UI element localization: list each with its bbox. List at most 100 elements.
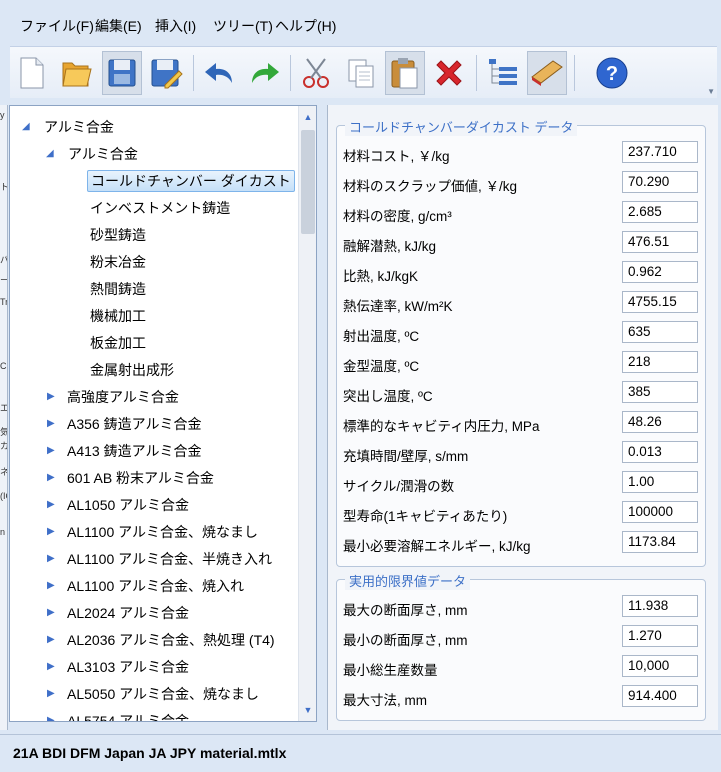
field-input[interactable]: 1173.84 bbox=[622, 531, 698, 553]
collapsed-arrow-icon[interactable]: ▶ bbox=[47, 413, 57, 435]
scroll-down-icon[interactable]: ▼ bbox=[299, 701, 316, 719]
menu-help[interactable]: ヘルプ(H) bbox=[275, 16, 336, 36]
edge-char: ト bbox=[0, 180, 7, 193]
edge-char: y bbox=[0, 110, 5, 120]
field-label: 標準的なキャビティ内圧力, MPa bbox=[343, 419, 540, 434]
copy-button[interactable] bbox=[341, 51, 381, 95]
cut-button[interactable] bbox=[297, 51, 337, 95]
tree-item-label: 砂型鋳造 bbox=[90, 227, 146, 243]
tree-item-label: 粉末冶金 bbox=[90, 254, 146, 270]
undo-button[interactable] bbox=[200, 51, 240, 95]
collapsed-arrow-icon[interactable]: ▶ bbox=[47, 467, 57, 489]
edge-char: カ bbox=[0, 439, 7, 452]
tree-item-label: AL5754 アルミ合金 bbox=[67, 713, 190, 722]
save-as-icon bbox=[151, 59, 183, 89]
svg-text:?: ? bbox=[606, 63, 618, 85]
tree-list-icon bbox=[489, 59, 517, 85]
field-input[interactable]: 11.938 bbox=[622, 595, 698, 617]
tree-item-label: AL5050 アルミ合金、焼なまし bbox=[67, 686, 260, 702]
toolbar: ? ▼ bbox=[10, 46, 717, 98]
collapsed-arrow-icon[interactable]: ▶ bbox=[47, 494, 57, 516]
collapsed-arrow-icon[interactable]: ▶ bbox=[47, 440, 57, 462]
collapsed-arrow-icon[interactable]: ▶ bbox=[47, 656, 57, 678]
edge-char: 気 bbox=[0, 425, 7, 438]
edge-char: C bbox=[0, 361, 7, 371]
undo-icon bbox=[205, 63, 232, 83]
tree-item-label: 601 AB 粉末アルミ合金 bbox=[67, 470, 214, 486]
field-label: 金型温度, ºC bbox=[343, 359, 420, 374]
collapsed-arrow-icon[interactable]: ▶ bbox=[47, 710, 57, 721]
new-file-button[interactable] bbox=[12, 51, 52, 95]
toolbar-separator bbox=[476, 55, 477, 91]
process-data-group: コールドチャンバーダイカスト データ 材料コスト, ￥/kg 237.710 材… bbox=[336, 117, 706, 567]
field-input[interactable]: 100000 bbox=[622, 501, 698, 523]
tree-item-label: AL3103 アルミ合金 bbox=[67, 659, 190, 675]
scroll-up-icon[interactable]: ▲ bbox=[299, 108, 316, 126]
save-icon bbox=[108, 59, 136, 87]
tree-scrollbar[interactable]: ▲ ▼ bbox=[298, 106, 316, 721]
field-label: 充填時間/壁厚, s/mm bbox=[343, 449, 469, 464]
field-input[interactable]: 70.290 bbox=[622, 171, 698, 193]
tree-item-label: AL1100 アルミ合金、焼なまし bbox=[67, 524, 258, 540]
redo-icon bbox=[252, 63, 279, 83]
delete-button[interactable] bbox=[429, 51, 469, 95]
field-input[interactable]: 476.51 bbox=[622, 231, 698, 253]
paste-button[interactable] bbox=[385, 51, 425, 95]
field-input[interactable]: 218 bbox=[622, 351, 698, 373]
tree-item-label: コールドチャンバー ダイカスト bbox=[87, 170, 295, 192]
collapsed-arrow-icon[interactable]: ▶ bbox=[47, 575, 57, 597]
menu-edit[interactable]: 編集(E) bbox=[95, 16, 142, 36]
field-label: 最大寸法, mm bbox=[343, 693, 427, 708]
menu-insert[interactable]: 挿入(I) bbox=[155, 16, 196, 36]
field-input[interactable]: 385 bbox=[622, 381, 698, 403]
collapsed-arrow-icon[interactable]: ▶ bbox=[47, 386, 57, 408]
tree-item-label: A413 鋳造アルミ合金 bbox=[67, 443, 202, 459]
field-label: 最小必要溶解エネルギー, kJ/kg bbox=[343, 539, 531, 554]
group-title: 実用的限界値データ bbox=[345, 571, 471, 590]
field-input[interactable]: 0.962 bbox=[622, 261, 698, 283]
help-button[interactable]: ? bbox=[592, 51, 632, 95]
collapsed-arrow-icon[interactable]: ▶ bbox=[47, 629, 57, 651]
scroll-thumb[interactable] bbox=[301, 130, 315, 234]
field-input[interactable]: 4755.15 bbox=[622, 291, 698, 313]
tree-item-label: AL2036 アルミ合金、熱処理 (T4) bbox=[67, 632, 275, 648]
edge-char: ネ bbox=[0, 465, 7, 478]
tree-item-label: アルミ合金 bbox=[44, 119, 114, 135]
open-folder-icon bbox=[62, 62, 92, 87]
tree-list-button[interactable] bbox=[483, 51, 523, 95]
tree-item-label: A356 鋳造アルミ合金 bbox=[67, 416, 202, 432]
collapsed-arrow-icon[interactable]: ▶ bbox=[47, 683, 57, 705]
open-button[interactable] bbox=[56, 51, 96, 95]
menu-file[interactable]: ファイル(F) bbox=[20, 16, 94, 36]
field-label: サイクル/潤滑の数 bbox=[343, 479, 455, 494]
field-label: 突出し温度, ºC bbox=[343, 389, 433, 404]
field-input[interactable]: 0.013 bbox=[622, 441, 698, 463]
expanded-arrow-icon[interactable]: ◢ bbox=[46, 143, 56, 165]
collapsed-arrow-icon[interactable]: ▶ bbox=[47, 548, 57, 570]
tree-item-label: 熱間鋳造 bbox=[90, 281, 146, 297]
expanded-arrow-icon[interactable]: ◢ bbox=[22, 116, 32, 138]
field-label: 比熱, kJ/kgK bbox=[343, 269, 419, 284]
field-input[interactable]: 10,000 bbox=[622, 655, 698, 677]
edge-char: n bbox=[0, 527, 6, 537]
toolbar-overflow-icon[interactable]: ▼ bbox=[707, 87, 715, 96]
tree-item-label: 板金加工 bbox=[90, 335, 146, 351]
save-button[interactable] bbox=[102, 51, 142, 95]
ruler-button[interactable] bbox=[527, 51, 567, 95]
field-input[interactable]: 635 bbox=[622, 321, 698, 343]
menu-tree[interactable]: ツリー(T) bbox=[213, 16, 273, 36]
field-input[interactable]: 2.685 bbox=[622, 201, 698, 223]
field-label: 最小総生産数量 bbox=[343, 663, 438, 678]
collapsed-arrow-icon[interactable]: ▶ bbox=[47, 521, 57, 543]
tree-item-label: AL1050 アルミ合金 bbox=[67, 497, 190, 513]
collapsed-arrow-icon[interactable]: ▶ bbox=[47, 602, 57, 624]
field-input[interactable]: 48.26 bbox=[622, 411, 698, 433]
save-as-button[interactable] bbox=[146, 51, 186, 95]
field-input[interactable]: 1.00 bbox=[622, 471, 698, 493]
field-input[interactable]: 1.270 bbox=[622, 625, 698, 647]
field-input[interactable]: 914.400 bbox=[622, 685, 698, 707]
field-label: 型寿命(1キャビティあたり) bbox=[343, 509, 508, 524]
field-input[interactable]: 237.710 bbox=[622, 141, 698, 163]
redo-button[interactable] bbox=[244, 51, 284, 95]
edge-char: (IC bbox=[0, 491, 7, 501]
